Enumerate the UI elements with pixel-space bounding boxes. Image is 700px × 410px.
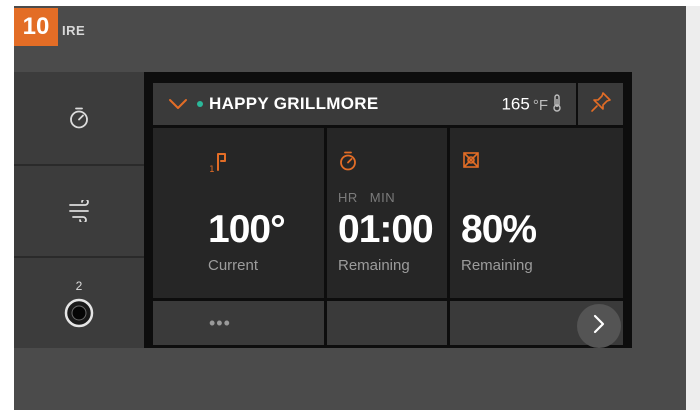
- side-nav-timer-button[interactable]: [14, 72, 144, 164]
- pellet-level-value: 80%: [461, 208, 537, 251]
- pellet-level-card[interactable]: 80% Remaining: [450, 128, 623, 298]
- pellet-icon: [461, 150, 481, 175]
- right-frame: [686, 6, 700, 410]
- grill-header[interactable]: HAPPY GRILLMORE 165 °F: [153, 83, 576, 125]
- timer-remaining-label: Remaining: [338, 257, 410, 274]
- probe-icon: 1: [208, 150, 230, 179]
- probe-current-label: Current: [208, 257, 259, 274]
- probe-port-icon: [64, 298, 94, 328]
- hr-min-labels: HR MIN: [338, 190, 395, 205]
- step-number-badge: 10: [14, 8, 58, 46]
- footer-cell: •••: [153, 301, 324, 345]
- side-nav: 2: [14, 72, 144, 348]
- status-dot: [197, 101, 203, 107]
- brand-text: IRE: [62, 23, 86, 38]
- svg-text:1: 1: [209, 165, 215, 174]
- timer-remaining-value: 01:00: [338, 208, 434, 251]
- pellet-level-label: Remaining: [461, 257, 533, 274]
- footer-cell: [327, 301, 447, 345]
- temperature-value: 165: [501, 94, 530, 114]
- left-frame: [0, 0, 14, 410]
- pin-button[interactable]: [578, 83, 623, 125]
- grill-name: HAPPY GRILLMORE: [209, 94, 379, 113]
- thermometer-icon: [552, 94, 562, 117]
- side-nav-probe-button[interactable]: 2: [14, 258, 144, 348]
- probe-temperature-card[interactable]: 1 100° Current: [153, 128, 324, 298]
- timer-icon: [338, 150, 358, 177]
- timer-card[interactable]: HR MIN 01:00 Remaining: [327, 128, 447, 298]
- grill-temperature: 165 °F: [501, 94, 562, 117]
- top-frame: [14, 0, 700, 6]
- chevron-right-icon: [593, 314, 605, 339]
- temperature-unit: °F: [532, 96, 548, 114]
- next-button[interactable]: [577, 304, 621, 348]
- timer-icon: [68, 106, 90, 130]
- more-options-icon[interactable]: •••: [209, 313, 231, 334]
- min-label: MIN: [369, 190, 396, 205]
- chevron-down-icon[interactable]: [168, 97, 188, 115]
- smoke-icon: [67, 200, 91, 222]
- probe-current-temp: 100°: [208, 208, 286, 251]
- grill-screen: HAPPY GRILLMORE 165 °F 1 100° Current HR…: [144, 72, 632, 348]
- hr-label: HR: [338, 190, 358, 205]
- side-nav-smoke-button[interactable]: [14, 166, 144, 256]
- pin-icon: [590, 91, 612, 118]
- probe-number: 2: [75, 278, 83, 293]
